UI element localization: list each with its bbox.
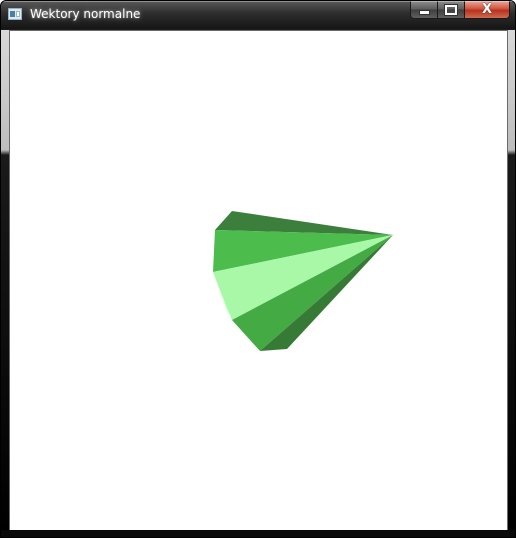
- render-canvas: [213, 211, 393, 351]
- minimize-button[interactable]: [410, 1, 437, 19]
- window-title: Wektory normalne: [30, 7, 141, 21]
- title-bar[interactable]: Wektory normalne X: [1, 1, 515, 29]
- window-app-icon[interactable]: [8, 8, 22, 20]
- minimize-icon: [418, 10, 430, 15]
- app-window: Wektory normalne X: [0, 0, 516, 538]
- opengl-viewport[interactable]: [9, 30, 508, 531]
- maximize-button[interactable]: [437, 1, 464, 19]
- close-icon: X: [481, 2, 493, 17]
- window-controls: X: [410, 1, 510, 20]
- maximize-icon: [444, 3, 458, 16]
- close-button[interactable]: X: [464, 1, 510, 19]
- window-frame-right: [507, 30, 515, 532]
- window-frame-bottom: [1, 530, 515, 537]
- window-frame-left: [1, 30, 9, 532]
